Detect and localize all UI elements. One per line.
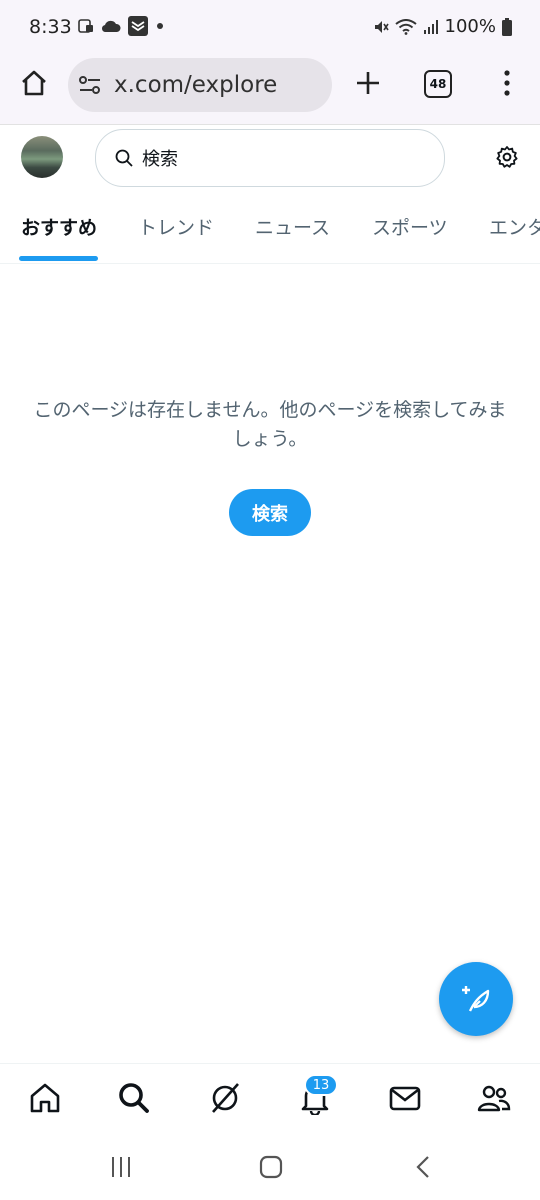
home-icon[interactable] xyxy=(19,68,49,98)
cloud-icon xyxy=(101,20,121,33)
nav-home-icon[interactable] xyxy=(28,1081,62,1115)
mute-icon xyxy=(374,20,389,33)
browser-toolbar: x.com/explore 48 xyxy=(0,58,540,125)
tabs-divider xyxy=(0,263,540,264)
search-placeholder: 検索 xyxy=(142,149,178,170)
system-navigation-bar xyxy=(0,1134,540,1200)
site-settings-icon[interactable] xyxy=(78,74,102,96)
search-button[interactable]: 検索 xyxy=(229,489,311,536)
menu-icon[interactable] xyxy=(503,70,511,96)
nav-communities-icon[interactable] xyxy=(477,1081,511,1115)
empty-state-message: このページは存在しません。他のページを検索してみましょう。 xyxy=(33,399,507,450)
app-icon xyxy=(128,16,148,36)
search-icon xyxy=(115,149,133,167)
address-bar[interactable]: x.com/explore xyxy=(68,58,332,112)
search-input[interactable]: 検索 xyxy=(95,129,445,187)
status-time: 8:33 xyxy=(29,16,72,38)
tab-sports[interactable]: スポーツ xyxy=(372,213,448,240)
nav-messages-icon[interactable] xyxy=(388,1081,422,1115)
compose-icon xyxy=(462,986,490,1012)
settings-icon[interactable] xyxy=(495,145,519,169)
active-tab-indicator xyxy=(19,256,98,261)
screenshot-icon xyxy=(78,19,93,33)
bottom-navigation: 13 xyxy=(0,1063,540,1134)
compose-post-button[interactable] xyxy=(439,962,513,1036)
notification-badge: 13 xyxy=(304,1074,338,1096)
battery-icon xyxy=(502,17,512,36)
nav-grok-icon[interactable] xyxy=(208,1081,242,1115)
url-text: x.com/explore xyxy=(114,72,278,98)
status-bar: 8:33 100% xyxy=(0,0,540,58)
dot-icon xyxy=(157,23,163,29)
tab-trending[interactable]: トレンド xyxy=(138,213,214,240)
tab-switcher-icon[interactable]: 48 xyxy=(424,70,452,98)
nav-search-icon[interactable] xyxy=(117,1081,151,1115)
battery-percentage: 100% xyxy=(444,16,496,37)
status-left-icons xyxy=(78,16,165,36)
signal-icon xyxy=(423,19,438,34)
wifi-icon xyxy=(394,18,417,35)
status-right: 100% xyxy=(373,16,512,37)
new-tab-icon[interactable] xyxy=(355,70,381,96)
tab-recommended[interactable]: おすすめ xyxy=(21,213,97,240)
tab-entertainment[interactable]: エンタ xyxy=(489,213,540,240)
back-icon[interactable] xyxy=(415,1155,431,1179)
avatar[interactable] xyxy=(21,136,63,178)
tab-news[interactable]: ニュース xyxy=(255,213,330,240)
recent-apps-icon[interactable] xyxy=(110,1156,132,1178)
home-button-icon[interactable] xyxy=(259,1155,283,1179)
